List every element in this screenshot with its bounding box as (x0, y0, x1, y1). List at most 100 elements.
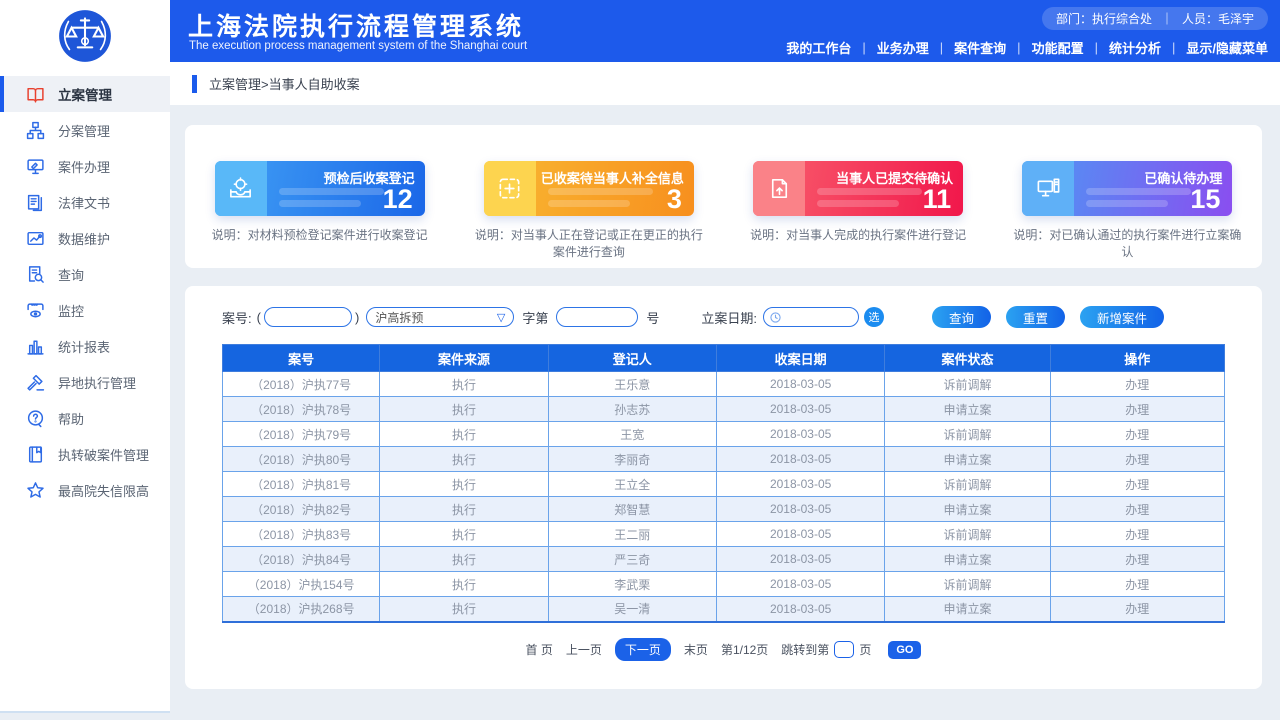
court-code-select[interactable]: 沪高拆预 ▽ (366, 307, 514, 327)
sidebar-item-7[interactable]: 统计报表 (0, 328, 170, 364)
source-cell: 执行 (380, 522, 548, 547)
filter-row: 案号: ( ) 沪高拆预 ▽ 字第 号 立案日期: 选 查询 重置 新增案件 (222, 306, 1232, 328)
case-no-cell: （2018）沪执268号 (223, 597, 380, 622)
nav-item-2[interactable]: 案件查询 (954, 38, 1006, 57)
search-button[interactable]: 查询 (932, 306, 991, 328)
case-no-cell: （2018）沪执82号 (223, 497, 380, 522)
sidebar-item-label: 数据维护 (58, 229, 110, 248)
nav-item-4[interactable]: 统计分析 (1109, 38, 1161, 57)
sidebar-item-6[interactable]: 监控 (0, 292, 170, 328)
book-icon (26, 85, 45, 104)
stat-decor-bar (279, 188, 384, 195)
stat-value: 15 (1190, 186, 1220, 213)
sidebar-item-1[interactable]: 分案管理 (0, 112, 170, 148)
sidebar-item-2[interactable]: 案件办理 (0, 148, 170, 184)
table-row: （2018）沪执268号执行吴一清2018-03-05申请立案办理 (223, 597, 1225, 622)
data-chart-icon (26, 229, 45, 248)
jump-prefix-label: 跳转到第 (781, 641, 829, 658)
sidebar-item-10[interactable]: 执转破案件管理 (0, 436, 170, 472)
nav-item-0[interactable]: 我的工作台 (786, 38, 851, 57)
sidebar-item-0[interactable]: 立案管理 (0, 76, 170, 112)
source-cell: 执行 (380, 547, 548, 572)
case-handling-icon (26, 157, 45, 176)
table-header-cell: 操作 (1050, 345, 1224, 372)
date-cell: 2018-03-05 (716, 547, 884, 572)
handle-case-link[interactable]: 办理 (1125, 578, 1149, 592)
handle-case-link[interactable]: 办理 (1125, 378, 1149, 392)
sidebar-item-8[interactable]: 异地执行管理 (0, 364, 170, 400)
date-picker-button[interactable]: 选 (864, 307, 884, 327)
stat-card-0[interactable]: 预检后收案登记12 (215, 161, 425, 216)
reset-button[interactable]: 重置 (1006, 306, 1065, 328)
table-row: （2018）沪执81号执行王立全2018-03-05诉前调解办理 (223, 472, 1225, 497)
date-cell: 2018-03-05 (716, 572, 884, 597)
stat-card-1[interactable]: 已收案待当事人补全信息3 (484, 161, 694, 216)
table-row: （2018）沪执78号执行孙志苏2018-03-05申请立案办理 (223, 397, 1225, 422)
table-row: （2018）沪执84号执行严三奇2018-03-05申请立案办理 (223, 547, 1225, 572)
pagination: 首 页 上一页 下一页 末页 第1/12页 跳转到第 页 GO (185, 638, 1262, 661)
handle-case-link[interactable]: 办理 (1125, 553, 1149, 567)
court-code-value: 沪高拆预 (375, 309, 423, 326)
nav-item-1[interactable]: 业务办理 (877, 38, 929, 57)
handle-case-link[interactable]: 办理 (1125, 602, 1149, 616)
stat-value: 3 (667, 186, 682, 213)
stats-panel: 预检后收案登记12说明：对材料预检登记案件进行收案登记已收案待当事人补全信息3说… (185, 125, 1262, 268)
sidebar-item-5[interactable]: 查询 (0, 256, 170, 292)
stat-card-3[interactable]: 已确认待办理15 (1022, 161, 1232, 216)
table-header-cell: 案件来源 (380, 345, 548, 372)
action-cell: 办理 (1050, 447, 1224, 472)
case-seq-input[interactable] (556, 307, 638, 327)
handle-case-link[interactable]: 办理 (1125, 478, 1149, 492)
nav-separator: | (862, 40, 865, 55)
sidebar-item-label: 立案管理 (58, 84, 112, 104)
nav-item-3[interactable]: 功能配置 (1032, 38, 1084, 57)
sidebar-item-3[interactable]: 法律文书 (0, 184, 170, 220)
status-cell: 申请立案 (885, 497, 1050, 522)
handle-case-link[interactable]: 办理 (1125, 453, 1149, 467)
breadcrumb: 立案管理>当事人自助收案 (209, 74, 360, 93)
prev-page-link[interactable]: 上一页 (566, 641, 602, 658)
handle-case-link[interactable]: 办理 (1125, 503, 1149, 517)
hao-label: 号 (646, 308, 659, 327)
sidebar: 立案管理分案管理案件办理法律文书数据维护查询监控统计报表异地执行管理帮助执转破案… (0, 0, 170, 713)
next-page-button[interactable]: 下一页 (615, 638, 671, 661)
nav-separator: | (1017, 40, 1020, 55)
sidebar-item-9[interactable]: 帮助 (0, 400, 170, 436)
action-cell: 办理 (1050, 572, 1224, 597)
date-cell: 2018-03-05 (716, 447, 884, 472)
registrar-cell: 李丽奇 (548, 447, 716, 472)
doc-upload-icon (753, 161, 805, 216)
case-year-input[interactable] (264, 307, 352, 327)
jump-page-input[interactable] (834, 641, 854, 658)
sidebar-item-4[interactable]: 数据维护 (0, 220, 170, 256)
last-page-link[interactable]: 末页 (684, 641, 708, 658)
case-no-cell: （2018）沪执80号 (223, 447, 380, 472)
case-no-cell: （2018）沪执84号 (223, 547, 380, 572)
go-button[interactable]: GO (888, 641, 921, 659)
stat-card-2[interactable]: 当事人已提交待确认11 (753, 161, 963, 216)
handle-case-link[interactable]: 办理 (1125, 428, 1149, 442)
sidebar-item-label: 异地执行管理 (58, 373, 136, 392)
add-case-button[interactable]: 新增案件 (1080, 306, 1164, 328)
stat-value: 12 (383, 186, 413, 213)
nav-separator: | (1095, 40, 1098, 55)
sitemap-icon (26, 121, 45, 140)
person-label: 人员：毛泽宇 (1182, 10, 1254, 27)
handle-case-link[interactable]: 办理 (1125, 528, 1149, 542)
table-header-cell: 收案日期 (716, 345, 884, 372)
sidebar-item-label: 法律文书 (58, 193, 110, 212)
source-cell: 执行 (380, 447, 548, 472)
legal-docs-icon (26, 193, 45, 212)
handle-case-link[interactable]: 办理 (1125, 403, 1149, 417)
table-row: （2018）沪执80号执行李丽奇2018-03-05申请立案办理 (223, 447, 1225, 472)
stat-col-3: 已确认待办理15说明：对已确认通过的执行案件进行立案确认 (993, 161, 1262, 268)
monitor-eye-icon (26, 301, 45, 320)
first-page-link[interactable]: 首 页 (526, 641, 553, 658)
action-cell: 办理 (1050, 597, 1224, 622)
sidebar-item-label: 查询 (58, 265, 84, 284)
sidebar-item-11[interactable]: 最高院失信限高 (0, 472, 170, 508)
nav-item-5[interactable]: 显示/隐藏菜单 (1186, 38, 1268, 57)
breadcrumb-accent-bar (192, 75, 197, 93)
stat-decor-bar (279, 200, 361, 207)
registrar-cell: 郑智慧 (548, 497, 716, 522)
